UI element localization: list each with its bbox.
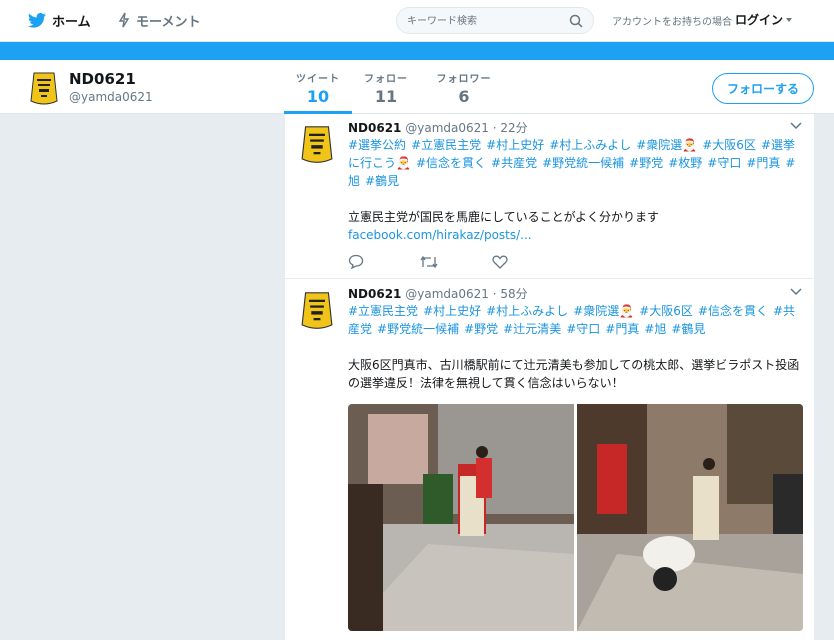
hashtag-link[interactable]: #野党: [464, 322, 498, 336]
profile-handle[interactable]: @yamda0621: [69, 90, 153, 104]
tweet-actions: [348, 254, 564, 273]
stat-tweets-label: ツイート: [296, 74, 340, 85]
hashtag-link[interactable]: #鶴見: [365, 174, 399, 188]
search-box: [396, 7, 594, 34]
login-label: ログイン: [735, 13, 784, 27]
tweet-time[interactable]: 58分: [500, 287, 527, 301]
hashtag-link[interactable]: #村上ふみよし: [486, 304, 568, 318]
nav-moments-label: モーメント: [136, 14, 201, 30]
hashtag-link[interactable]: #信念を貫く: [416, 156, 486, 170]
chevron-down-icon: [786, 17, 793, 22]
avatar[interactable]: [30, 71, 58, 105]
hashtag-link[interactable]: #旭: [644, 322, 666, 336]
lightning-icon: [118, 12, 130, 28]
hashtag-link[interactable]: #大阪6区: [702, 138, 756, 152]
hashtag-link[interactable]: #辻元清美: [503, 322, 561, 336]
separator-dot: ·: [492, 287, 497, 301]
hashtag-link[interactable]: #門真: [746, 156, 780, 170]
hashtag-link[interactable]: #鶴見: [671, 322, 705, 336]
tweet-hashtags: #立憲民主党 #村上史好 #村上ふみよし #衆院選🎅 #大阪6区 #信念を貫く #共産党 #野…: [348, 302, 803, 338]
stat-following[interactable]: フォロー 11: [356, 70, 416, 106]
stat-followers-label: フォロワー: [436, 74, 492, 85]
nav-home-label: ホーム: [52, 14, 91, 30]
stat-following-value: 11: [374, 87, 398, 106]
hashtag-link[interactable]: #衆院選🎅: [573, 304, 634, 318]
tweet-photo[interactable]: [577, 404, 803, 631]
hashtag-link[interactable]: #村上ふみよし: [549, 138, 631, 152]
stat-tweets[interactable]: ツイート 10: [284, 70, 352, 114]
heart-icon: [492, 255, 508, 269]
tweet[interactable]: ND0621 @yamda0621 · 58分 #立憲民主党 #村上史好 #村上ふみ…: [285, 280, 814, 640]
tweet-link[interactable]: facebook.com/hirakaz/posts/...: [348, 226, 803, 244]
twitter-bird-icon: [28, 12, 46, 28]
tweet-author-handle[interactable]: @yamda0621: [405, 121, 489, 135]
hashtag-link[interactable]: #衆院選🎅: [636, 138, 697, 152]
stat-followers-value: 6: [458, 87, 470, 106]
avatar[interactable]: [301, 290, 333, 330]
search-icon[interactable]: [569, 14, 583, 28]
hashtag-link[interactable]: #守口: [566, 322, 600, 336]
hashtag-link[interactable]: #村上史好: [486, 138, 544, 152]
hashtag-link[interactable]: #大阪6区: [639, 304, 693, 318]
hashtag-link[interactable]: #野党統一候補: [377, 322, 459, 336]
login-dropdown[interactable]: ログイン: [735, 11, 793, 28]
stat-following-label: フォロー: [364, 74, 408, 85]
retweet-icon: [420, 255, 438, 269]
profile-nav: ND0621 @yamda0621 ツイート 10 フォロー 11 フォロワー …: [0, 60, 834, 114]
hashtag-link[interactable]: #野党: [629, 156, 663, 170]
tweet-author-name[interactable]: ND0621: [348, 121, 401, 135]
account-prompt: アカウントをお持ちの場合: [612, 17, 732, 28]
profile-name: ND0621: [69, 70, 136, 88]
tweet-header: ND0621 @yamda0621 · 22分: [348, 119, 528, 136]
tweet-media[interactable]: [348, 404, 803, 631]
hashtag-link[interactable]: #立憲民主党: [348, 304, 418, 318]
avatar[interactable]: [301, 124, 333, 164]
separator-dot: ·: [492, 121, 497, 135]
top-nav: ホーム モーメント アカウントをお持ちの場合 ログイン: [0, 0, 834, 42]
chevron-down-icon[interactable]: [790, 288, 802, 296]
tweet-photo[interactable]: [348, 404, 574, 631]
nav-moments[interactable]: モーメント: [118, 0, 200, 40]
search-input[interactable]: [407, 12, 567, 30]
reply-icon: [348, 254, 364, 270]
like-button[interactable]: [492, 254, 564, 273]
tweet[interactable]: ND0621 @yamda0621 · 22分 #選挙公約 #立憲民主党 #村上史好…: [285, 114, 814, 279]
retweet-button[interactable]: [420, 254, 492, 273]
hashtag-link[interactable]: #立憲民主党: [411, 138, 481, 152]
stat-tweets-value: 10: [306, 87, 330, 106]
nav-home[interactable]: ホーム: [28, 0, 91, 40]
tweet-author-name[interactable]: ND0621: [348, 287, 401, 301]
hashtag-link[interactable]: #村上史好: [423, 304, 481, 318]
timeline: ND0621 @yamda0621 · 22分 #選挙公約 #立憲民主党 #村上史好…: [285, 114, 814, 640]
hashtag-link[interactable]: #選挙公約: [348, 138, 406, 152]
hashtag-link[interactable]: #信念を貫く: [698, 304, 768, 318]
tweet-header: ND0621 @yamda0621 · 58分: [348, 285, 528, 302]
hashtag-link[interactable]: #野党統一候補: [542, 156, 624, 170]
hashtag-link[interactable]: #共産党: [491, 156, 537, 170]
hashtag-link[interactable]: #枚野: [668, 156, 702, 170]
hashtag-link[interactable]: #守口: [707, 156, 741, 170]
reply-button[interactable]: [348, 254, 420, 273]
tweet-body: 大阪6区門真市、古川橋駅前にて辻元清美も参加しての桃太郎、選挙ビラポスト投函の選…: [348, 358, 800, 390]
tweet-body: 立憲民主党が国民を馬鹿にしていることがよく分かります: [348, 210, 660, 224]
tweet-hashtags: #選挙公約 #立憲民主党 #村上史好 #村上ふみよし #衆院選🎅 #大阪6区 #選挙に行こう…: [348, 136, 803, 190]
tweet-author-handle[interactable]: @yamda0621: [405, 287, 489, 301]
stat-followers[interactable]: フォロワー 6: [428, 70, 500, 106]
follow-button[interactable]: フォローする: [712, 73, 814, 104]
chevron-down-icon[interactable]: [790, 122, 802, 130]
tweet-time[interactable]: 22分: [500, 121, 527, 135]
profile-banner: [0, 42, 834, 60]
hashtag-link[interactable]: #門真: [605, 322, 639, 336]
